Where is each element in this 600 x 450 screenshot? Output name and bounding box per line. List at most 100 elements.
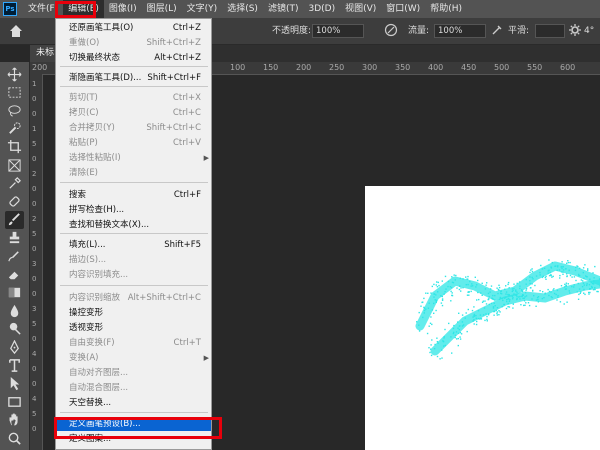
healing-brush-tool-button[interactable] — [5, 192, 24, 210]
menu-item-label: 天空替换... — [69, 398, 112, 408]
clone-stamp-tool-button[interactable] — [5, 229, 24, 247]
menu-file[interactable]: 文件(F) — [23, 0, 63, 18]
define-pattern-item[interactable]: 定义图案... — [56, 433, 211, 446]
opacity-input[interactable]: 100% — [312, 24, 364, 38]
menu-item-label: 内容识别缩放 — [69, 293, 121, 303]
copy-item: 拷贝(C) Ctrl+C — [56, 107, 211, 120]
menu-layer[interactable]: 图层(L) — [142, 0, 182, 18]
type-icon — [9, 358, 20, 372]
history-brush-icon — [8, 250, 19, 261]
hand-icon — [9, 413, 18, 426]
menu-separator — [60, 285, 208, 286]
menu-window[interactable]: 窗口(W) — [381, 0, 425, 18]
marquee-icon — [8, 87, 21, 98]
menu-item-label: 定义画笔预设(B)... — [69, 419, 141, 429]
sky-replacement-item[interactable]: 天空替换... — [56, 397, 211, 410]
menu-item-label: 透视变形 — [69, 323, 104, 333]
menu-3d[interactable]: 3D(D) — [303, 0, 340, 18]
define-brush-preset-item[interactable]: 定义画笔预设(B)... — [56, 418, 211, 431]
menu-item-shortcut: Alt+Shift+Ctrl+C — [127, 293, 201, 303]
smoothing-label: 平滑: — [508, 26, 530, 36]
eraser-tool-button[interactable] — [5, 265, 24, 283]
fade-brush-item[interactable]: 渐隐画笔工具(D)... Shift+Ctrl+F — [56, 72, 211, 85]
marquee-tool-button[interactable] — [5, 83, 24, 101]
menu-help[interactable]: 帮助(H) — [425, 0, 467, 18]
menu-item-label: 选择性粘贴(I) — [69, 153, 121, 163]
move-icon — [7, 67, 22, 81]
edit-menu-dropdown: 还原画笔工具(O) Ctrl+Z 重做(O) Shift+Ctrl+Z 切换最终状态 Al… — [55, 18, 212, 450]
ruler-tick-label: 2 — [32, 215, 37, 223]
menu-view[interactable]: 视图(V) — [340, 0, 381, 18]
pressure-opacity-icon[interactable] — [384, 23, 398, 37]
quick-select-tool-button[interactable] — [5, 120, 24, 138]
eyedropper-tool-button[interactable] — [5, 174, 24, 192]
app-logo: Ps — [3, 2, 17, 16]
auto-blend-layers-item: 自动混合图层... — [56, 382, 211, 395]
puppet-warp-item[interactable]: 操控变形 — [56, 307, 211, 320]
ruler-tick-label: 150 — [263, 63, 279, 72]
document-canvas[interactable] — [365, 186, 600, 450]
dodge-tool-button[interactable] — [5, 320, 24, 338]
content-aware-scale-item: 内容识别缩放 Alt+Shift+Ctrl+C — [56, 292, 211, 305]
healing-brush-icon — [9, 196, 20, 207]
frame-tool-button[interactable] — [5, 156, 24, 174]
toggle-last-state-item[interactable]: 切换最终状态 Alt+Ctrl+Z — [56, 52, 211, 65]
hand-tool-button[interactable] — [5, 411, 24, 429]
find-replace-text-item[interactable]: 查找和替换文本(X)... — [56, 219, 211, 232]
undo-brush-item[interactable]: 还原画笔工具(O) Ctrl+Z — [56, 22, 211, 35]
menu-item-shortcut: Shift+F5 — [164, 240, 201, 250]
path-select-tool-button[interactable] — [5, 374, 24, 392]
crop-icon — [7, 140, 22, 154]
eraser-icon — [8, 271, 19, 279]
menu-select[interactable]: 选择(S) — [222, 0, 263, 18]
menu-separator — [60, 182, 208, 183]
menu-item-label: 合并拷贝(Y) — [69, 123, 115, 133]
menu-item-shortcut: Ctrl+F — [173, 190, 201, 200]
spell-check-item[interactable]: 拼写检查(H)... — [56, 204, 211, 217]
ruler-tick-label: 600 — [560, 63, 576, 72]
airbrush-icon[interactable] — [490, 23, 504, 37]
perspective-warp-item[interactable]: 透视变形 — [56, 322, 211, 335]
type-tool-button[interactable] — [5, 356, 24, 374]
gradient-tool-button[interactable] — [5, 283, 24, 301]
fill-item[interactable]: 填充(L)... Shift+F5 — [56, 239, 211, 252]
menu-image[interactable]: 图像(I) — [104, 0, 142, 18]
home-icon[interactable] — [8, 23, 24, 39]
angle-value[interactable]: 4° — [584, 25, 594, 37]
menu-item-label: 自动对齐图层... — [69, 368, 129, 378]
menu-separator — [60, 412, 208, 413]
eyedropper-icon — [9, 176, 21, 189]
smoothing-input[interactable] — [535, 24, 565, 38]
search-item[interactable]: 搜索 Ctrl+F — [56, 189, 211, 202]
blur-tool-button[interactable] — [5, 302, 24, 320]
ruler-tick-label: 1 — [32, 125, 37, 133]
settings-gear-icon[interactable] — [568, 23, 582, 37]
lasso-tool-button[interactable] — [5, 101, 24, 119]
history-brush-tool-button[interactable] — [5, 247, 24, 265]
ruler-tick-label: 0 — [32, 365, 37, 373]
crop-tool-button[interactable] — [5, 138, 24, 156]
menu-edit[interactable]: 编辑(E) — [63, 0, 104, 18]
submenu-arrow-icon: ▶ — [203, 154, 209, 162]
menu-type[interactable]: 文字(Y) — [182, 0, 223, 18]
zoom-tool-button[interactable] — [5, 429, 24, 447]
ruler-tick-label: 5 — [32, 320, 37, 328]
menu-filter[interactable]: 滤镜(T) — [263, 0, 304, 18]
brush-tool-button[interactable] — [5, 210, 24, 229]
move-tool-button[interactable] — [5, 65, 24, 83]
menu-item-label: 渐隐画笔工具(D)... — [69, 73, 142, 83]
pen-icon — [10, 339, 19, 354]
dodge-icon — [9, 323, 21, 335]
rectangle-tool-button[interactable] — [5, 393, 24, 411]
pen-tool-button[interactable] — [5, 338, 24, 356]
menu-item-label: 内容识别填充... — [69, 270, 129, 280]
frame-icon — [8, 158, 21, 172]
menu-item-label: 重做(O) — [69, 38, 100, 48]
menu-item-label: 还原画笔工具(O) — [69, 23, 134, 33]
rectangle-icon — [8, 397, 21, 407]
menu-item-label: 粘贴(P) — [69, 138, 98, 148]
flow-input[interactable]: 100% — [434, 24, 486, 38]
submenu-arrow-icon: ▶ — [203, 354, 209, 362]
ruler-tick-label: 200 — [296, 63, 312, 72]
menu-separator — [60, 86, 208, 87]
